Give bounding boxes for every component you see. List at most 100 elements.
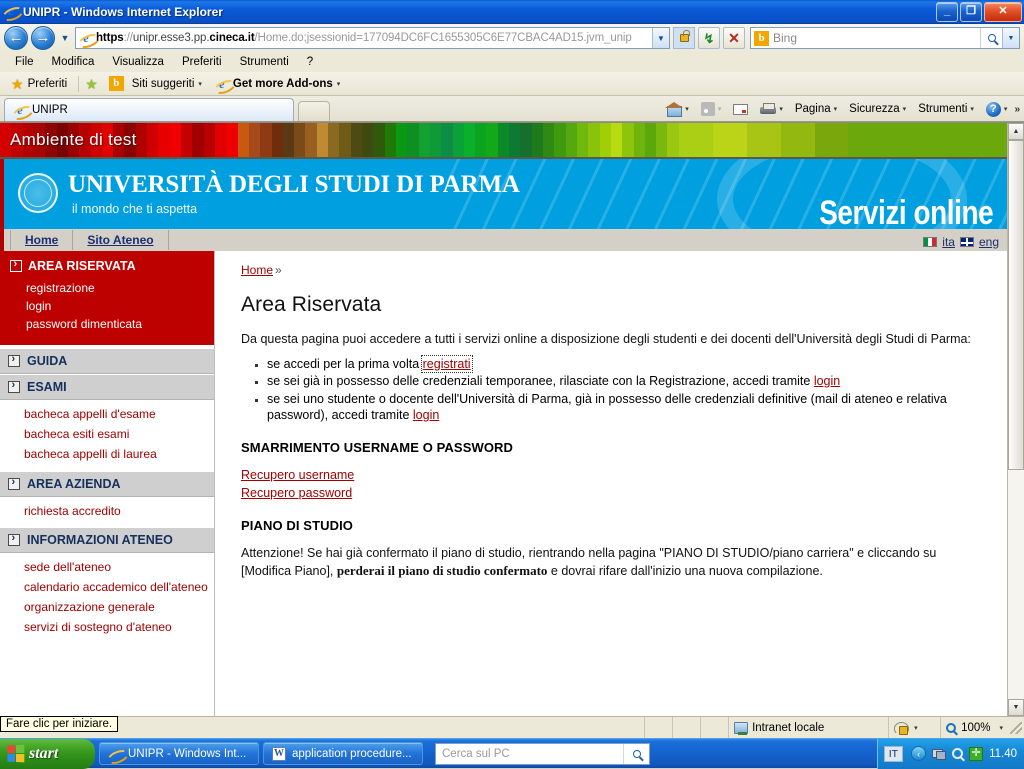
test-environment-banner: Ambiente di test [0, 123, 1007, 159]
history-dropdown-icon[interactable]: ▼ [58, 33, 72, 43]
page-menu-button[interactable]: Pagina▾ [790, 101, 842, 117]
page-scrollbar[interactable]: ▲ ▼ [1007, 123, 1024, 716]
menu-strumenti[interactable]: Strumenti [231, 55, 298, 69]
help-menu-button[interactable]: ?▾ [981, 100, 1013, 119]
sidebar-item-password-dimenticata[interactable]: password dimenticata [0, 315, 214, 333]
sidebar-section-title: INFORMAZIONI ATENEO [27, 533, 173, 547]
sidebar-section-guida[interactable]: GUIDA [0, 348, 214, 374]
resize-grip[interactable] [1010, 722, 1022, 734]
tools-menu-button[interactable]: Strumenti▾ [913, 101, 979, 117]
lang-link-eng[interactable]: eng [979, 232, 999, 252]
sidebar-item-sede-ateneo[interactable]: sede dell'ateneo [0, 557, 214, 577]
tray-search-icon[interactable] [952, 748, 963, 759]
menu-help[interactable]: ? [298, 55, 322, 69]
sidebar-item-bacheca-appelli-esame[interactable]: bacheca appelli d'esame [0, 404, 214, 424]
desktop-search-input[interactable]: Cerca sul PC [435, 743, 650, 765]
help-icon: ? [986, 102, 1001, 117]
refresh-button[interactable]: ↯ [698, 27, 720, 49]
sidebar-item-login[interactable]: login [0, 297, 214, 315]
browser-window: e UNIPR - Windows Internet Explorer _ ❐ … [0, 0, 1024, 768]
protected-mode-cell[interactable]: ▾ [889, 717, 941, 738]
scroll-down-button[interactable]: ▼ [1008, 699, 1024, 716]
safety-menu-button[interactable]: Sicurezza▾ [844, 101, 911, 117]
desktop-search-button[interactable] [623, 744, 649, 764]
address-bar[interactable]: e https://unipr.esse3.pp.cineca.it/Home.… [75, 27, 670, 49]
maximize-button[interactable]: ❐ [960, 2, 982, 22]
security-zone[interactable]: Intranet locale [729, 717, 889, 738]
expand-icon [8, 534, 20, 546]
search-go-button[interactable] [980, 28, 1002, 48]
breadcrumb-link-home[interactable]: Home [241, 263, 273, 277]
banner-stripe [396, 123, 407, 157]
mail-button[interactable] [728, 102, 753, 117]
zoom-level: 100% [961, 722, 990, 734]
tab-favicon-icon: e [13, 103, 27, 117]
close-button[interactable]: ✕ [984, 2, 1022, 22]
new-tab-button[interactable] [298, 101, 330, 121]
lang-link-ita[interactable]: ita [942, 232, 955, 252]
print-button[interactable]: ▾ [755, 101, 788, 118]
sidebar-item-registrazione[interactable]: registrazione [0, 279, 214, 297]
start-button[interactable]: start [0, 739, 95, 769]
get-addons-button[interactable]: e Get more Add-ons ▾ [210, 76, 345, 92]
sidebar-item-bacheca-appelli-laurea[interactable]: bacheca appelli di laurea [0, 444, 214, 464]
sidebar-item-bacheca-esiti-esami[interactable]: bacheca esiti esami [0, 424, 214, 444]
home-button[interactable]: ▾ [661, 100, 694, 118]
scrollbar-track[interactable] [1008, 140, 1024, 699]
system-tray: IT ‹ ✛ 11.40 [877, 739, 1024, 769]
sidebar-item-calendario-accademico[interactable]: calendario accademico dell'ateneo [0, 577, 214, 597]
scroll-up-button[interactable]: ▲ [1008, 123, 1024, 140]
link-recupero-password[interactable]: Recupero password [241, 485, 987, 503]
zoom-control[interactable]: 100% ▾ [941, 717, 1008, 738]
stop-button[interactable]: ✕ [723, 27, 745, 49]
warning-paragraph: Attenzione! Se hai già confermato il pia… [241, 545, 987, 580]
minimize-button[interactable]: _ [936, 2, 958, 22]
language-indicator[interactable]: IT [884, 746, 903, 762]
chevron-down-icon: ▾ [779, 105, 783, 113]
favorites-button[interactable]: ★ Preferiti [6, 76, 72, 92]
link-login-temporanee[interactable]: login [814, 374, 840, 388]
nav-link-sito-ateneo[interactable]: Sito Ateneo [73, 230, 168, 250]
banner-stripe [815, 123, 849, 157]
overflow-icon[interactable]: » [1014, 104, 1020, 115]
taskbar-button-ie[interactable]: e UNIPR - Windows Int... [99, 742, 259, 765]
forward-button[interactable]: → [31, 26, 55, 50]
link-recupero-username[interactable]: Recupero username [241, 467, 987, 485]
show-hidden-icons-button[interactable]: ‹ [911, 746, 926, 761]
link-registrati[interactable]: registrati [423, 357, 471, 371]
menu-preferiti[interactable]: Preferiti [173, 55, 231, 69]
scrollbar-thumb[interactable] [1008, 140, 1024, 470]
menu-modifica[interactable]: Modifica [43, 55, 104, 69]
clock[interactable]: 11.40 [989, 748, 1017, 760]
sidebar-item-richiesta-accredito[interactable]: richiesta accredito [0, 501, 214, 521]
intro-paragraph: Da questa pagina puoi accedere a tutti i… [241, 331, 987, 348]
banner-stripe [362, 123, 373, 157]
back-button[interactable]: ← [4, 26, 28, 50]
sidebar-item-organizzazione-generale[interactable]: organizzazione generale [0, 597, 214, 617]
chevron-down-icon: ▾ [685, 105, 689, 113]
tab-unipr[interactable]: e UNIPR [4, 98, 294, 121]
security-lock-icon[interactable] [673, 27, 695, 49]
bullet-text: se accedi per la prima volta [267, 357, 423, 371]
nav-link-home[interactable]: Home [10, 230, 73, 250]
sidebar-section-header[interactable]: AREA RISERVATA [0, 259, 214, 279]
link-login-definitive[interactable]: login [413, 408, 439, 422]
sidebar-section-esami[interactable]: ESAMI [0, 374, 214, 400]
sidebar-section-informazioni-ateneo[interactable]: INFORMAZIONI ATENEO [0, 527, 214, 553]
ie-icon: e [215, 77, 229, 91]
taskbar-button-word[interactable]: W application procedure... [263, 742, 423, 765]
menu-visualizza[interactable]: Visualizza [103, 55, 173, 69]
shield-lock-icon [894, 721, 910, 735]
security-shield-icon[interactable]: ✛ [969, 747, 983, 761]
network-icon[interactable] [932, 747, 946, 760]
add-to-favorites-icon[interactable]: ★ [85, 77, 98, 91]
sidebar-section-area-azienda[interactable]: AREA AZIENDA [0, 471, 214, 497]
menu-file[interactable]: File [6, 55, 43, 69]
search-dropdown-icon[interactable]: ▼ [1002, 28, 1019, 48]
feeds-button[interactable]: ▾ [696, 100, 727, 118]
sidebar-item-servizi-sostegno[interactable]: servizi di sostegno d'ateneo [0, 617, 214, 637]
search-input[interactable]: b Bing ▼ [750, 27, 1020, 49]
banner-stripe [260, 123, 271, 157]
suggested-sites-button[interactable]: b Siti suggeriti ▾ [101, 75, 207, 92]
address-dropdown-icon[interactable]: ▼ [652, 28, 669, 48]
